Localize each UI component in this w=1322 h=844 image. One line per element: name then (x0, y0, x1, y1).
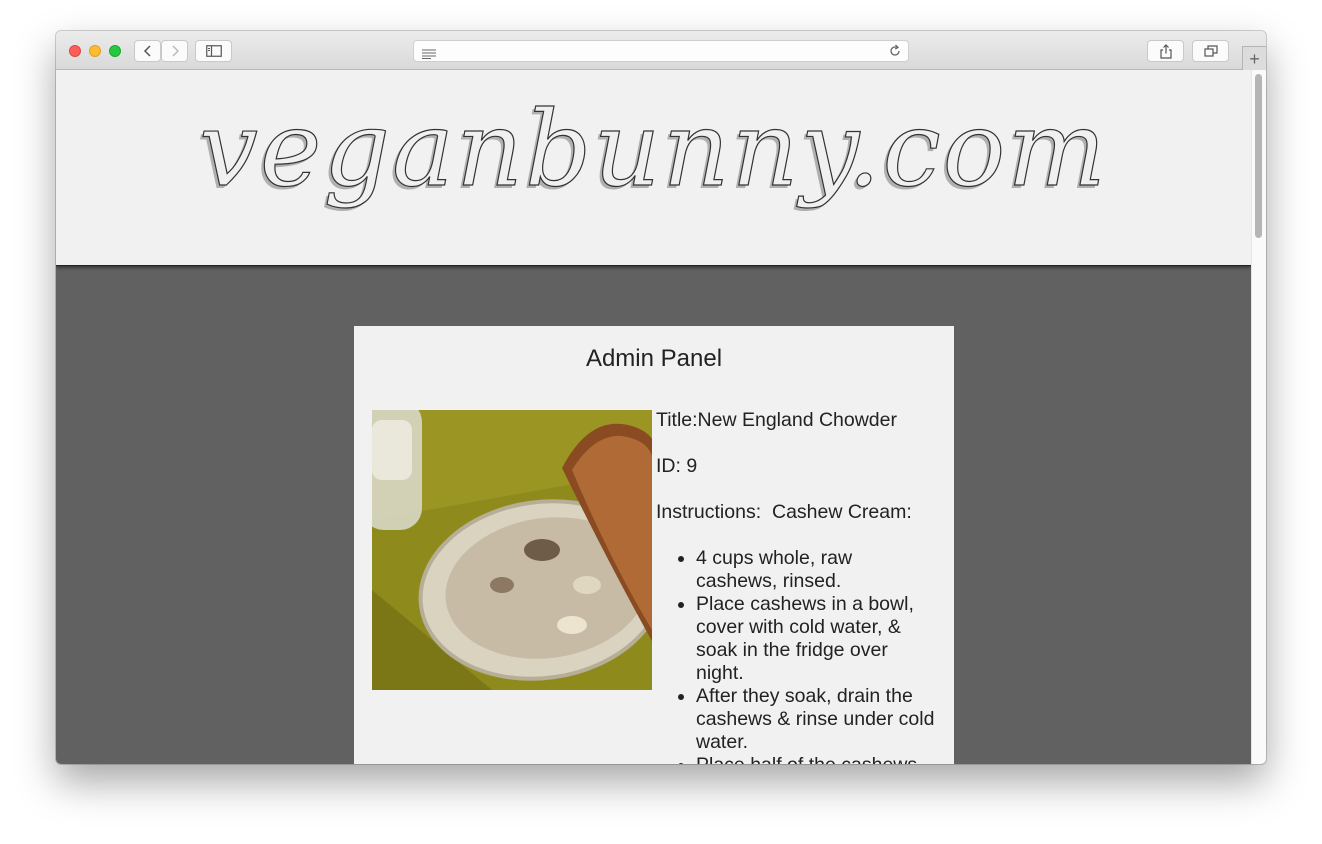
back-button[interactable] (134, 40, 161, 62)
forward-button[interactable] (161, 40, 188, 62)
share-button[interactable] (1147, 40, 1184, 62)
zoom-window-button[interactable] (109, 45, 121, 57)
title-label: Title: (656, 409, 698, 431)
plus-icon: + (1249, 48, 1260, 69)
id-label: ID: (656, 455, 681, 477)
recipe-title: New England Chowder (697, 409, 897, 431)
list-item: 4 cups whole, raw cashews, rinsed. (696, 547, 936, 593)
site-header: veganbunny.com (56, 70, 1251, 266)
instructions-list: 4 cups whole, raw cashews, rinsed. Place… (656, 547, 936, 764)
tabs-icon (1203, 45, 1218, 57)
admin-panel: Admin Panel Title:New England Chowder ID… (354, 326, 954, 764)
site-logo[interactable]: veganbunny.com (56, 87, 1251, 210)
page-viewport[interactable]: veganbunny.com Admin Panel Title:New Eng… (56, 70, 1266, 764)
browser-window: + veganbunny.com Admin Panel Title:New E… (56, 31, 1266, 764)
minimize-window-button[interactable] (89, 45, 101, 57)
close-window-button[interactable] (69, 45, 81, 57)
recipe-id-line: ID: 9 (656, 455, 936, 478)
recipe-image (372, 410, 652, 690)
reload-icon[interactable] (888, 44, 902, 63)
instructions-line: Instructions: Cashew Cream: (656, 501, 936, 524)
list-item: Place half of the cashews (696, 754, 936, 764)
new-tab-button[interactable]: + (1242, 46, 1266, 70)
recipe-id: 9 (686, 455, 698, 477)
instructions-intro: Cashew Cream: (771, 501, 912, 523)
panel-heading: Admin Panel (585, 345, 723, 372)
chevron-right-icon (171, 45, 179, 57)
vertical-scrollbar[interactable] (1251, 70, 1266, 764)
browser-toolbar: + (56, 31, 1266, 70)
list-item: Place cashews in a bowl, cover with cold… (696, 593, 936, 685)
sidebar-toggle-button[interactable] (195, 40, 232, 62)
scrollbar-thumb[interactable] (1255, 74, 1262, 238)
chevron-left-icon (143, 45, 151, 57)
recipe-details: Title:New England Chowder ID: 9 Instruct… (656, 409, 936, 764)
reader-view-icon[interactable] (422, 46, 436, 64)
share-icon (1159, 43, 1172, 59)
address-bar[interactable] (413, 40, 909, 62)
list-item: After they soak, drain the cashews & rin… (696, 685, 936, 754)
tabs-overview-button[interactable] (1192, 40, 1229, 62)
instructions-label: Instructions: (656, 501, 762, 523)
recipe-title-line: Title:New England Chowder (656, 409, 936, 432)
sidebar-icon (205, 45, 222, 57)
